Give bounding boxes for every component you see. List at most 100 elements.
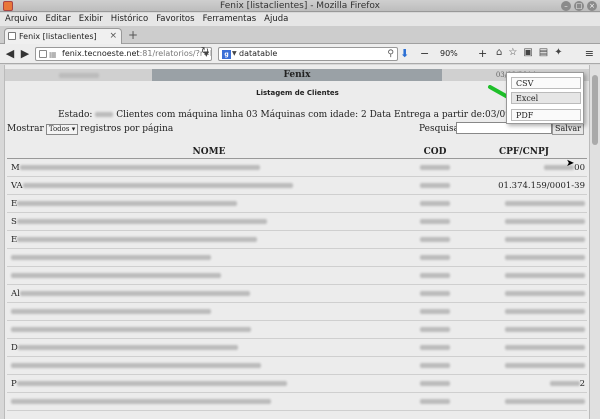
menu-arquivo[interactable]: Arquivo xyxy=(5,13,38,26)
header-left xyxy=(5,69,152,81)
cell-cod xyxy=(407,181,463,191)
table-row: Al xyxy=(7,285,587,303)
per-page-label: registros por página xyxy=(80,124,174,134)
cell-cpf: 2 xyxy=(463,379,587,389)
reload-icon[interactable]: ↻ xyxy=(199,46,211,58)
tab-bar: Fenix [listaclientes] × + xyxy=(0,26,600,44)
tab-close-icon[interactable]: × xyxy=(109,29,117,44)
scrollbar-thumb[interactable] xyxy=(592,75,598,145)
export-pdf[interactable]: PDF xyxy=(511,109,581,121)
redacted-text xyxy=(549,380,580,386)
redacted-text xyxy=(505,290,585,296)
menu-hamburger-icon[interactable]: ≡ xyxy=(585,47,594,60)
download-icon[interactable]: ⬇ xyxy=(400,47,409,60)
addon-icon[interactable]: ✦ xyxy=(554,47,562,58)
navigation-toolbar: ◀ ▶ ▦ fenix.tecnoeste.net:81/relatorios/… xyxy=(0,44,600,64)
connection-icon: ▦ xyxy=(49,50,57,59)
page-length-select[interactable]: Todos ▾ xyxy=(45,124,79,135)
cell-nome-text: VA xyxy=(11,180,23,191)
cell-nome xyxy=(7,271,407,281)
screenshot-icon[interactable]: ▣ xyxy=(523,47,532,58)
zoom-out-icon[interactable]: − xyxy=(420,47,429,60)
minimize-icon[interactable]: – xyxy=(561,1,571,11)
cell-cod xyxy=(407,289,463,299)
tab-label: Fenix [listaclientes] xyxy=(19,32,97,41)
page-info-icon[interactable] xyxy=(39,50,47,58)
clipboard-icon[interactable]: ▤ xyxy=(539,47,548,58)
window-title: Fenix [listaclientes] - Mozilla Firefox xyxy=(220,1,380,11)
cell-nome: M xyxy=(7,163,407,173)
zoom-level[interactable]: 90% xyxy=(440,49,458,58)
zoom-in-icon[interactable]: + xyxy=(478,47,487,60)
forward-icon[interactable]: ▶ xyxy=(18,47,32,61)
redacted-text xyxy=(11,308,211,314)
close-window-icon[interactable]: × xyxy=(587,1,597,11)
export-dropdown: CSV Excel PDF xyxy=(506,72,584,124)
cell-cpf-text: 00 xyxy=(574,162,585,173)
cell-cod xyxy=(407,163,463,173)
show-label: Mostrar xyxy=(7,124,44,134)
toolbar-icons: ⌂ ☆ ▣ ▤ ✦ xyxy=(496,47,563,58)
new-tab-button[interactable]: + xyxy=(126,29,140,42)
redacted-text xyxy=(420,398,450,404)
redacted-text xyxy=(11,398,271,404)
estado-text: Clientes com máquina linha 03 Máquinas c… xyxy=(116,110,537,120)
menu-ajuda[interactable]: Ajuda xyxy=(264,13,288,26)
page-length-value: Todos xyxy=(48,125,70,133)
vertical-scrollbar[interactable] xyxy=(589,65,600,419)
export-excel[interactable]: Excel xyxy=(511,92,581,104)
back-icon[interactable]: ◀ xyxy=(3,47,17,61)
redacted-text xyxy=(19,290,250,296)
tab-fenix[interactable]: Fenix [listaclientes] × xyxy=(4,28,122,44)
cell-cod xyxy=(407,325,463,335)
cell-cpf xyxy=(463,235,587,245)
search-input[interactable]: datatable xyxy=(239,49,277,58)
table-row: VA 01.374.159/0001-39 xyxy=(7,177,587,195)
redacted-text xyxy=(420,200,450,206)
cell-cpf xyxy=(463,343,587,353)
redacted-text xyxy=(420,164,450,170)
cell-cod xyxy=(407,397,463,407)
redacted-text xyxy=(16,218,267,224)
search-bar[interactable]: g ▼ datatable ⚲ xyxy=(218,47,398,61)
column-cpf[interactable]: CPF/CNPJ xyxy=(463,145,587,158)
menu-editar[interactable]: Editar xyxy=(46,13,71,26)
menu-exibir[interactable]: Exibir xyxy=(79,13,103,26)
menu-historico[interactable]: Histórico xyxy=(111,13,148,26)
cell-cpf xyxy=(463,361,587,371)
cell-cpf xyxy=(463,217,587,227)
redacted-text xyxy=(19,164,260,170)
redacted-text xyxy=(505,218,585,224)
cell-nome: D xyxy=(7,343,407,353)
table-row: D xyxy=(7,339,587,357)
cell-nome: S xyxy=(7,217,407,227)
column-nome[interactable]: NOME xyxy=(7,145,407,158)
maximize-icon[interactable]: □ xyxy=(574,1,584,11)
column-cod[interactable]: COD xyxy=(407,145,463,158)
window-titlebar: Fenix [listaclientes] - Mozilla Firefox … xyxy=(0,0,600,12)
binoculars-icon[interactable]: ⚲ xyxy=(387,48,394,60)
cell-cpf: 01.374.159/0001-39 xyxy=(463,181,587,191)
cell-nome xyxy=(7,325,407,335)
home-icon[interactable]: ⌂ xyxy=(496,47,502,58)
search-engine-icon[interactable]: g xyxy=(222,50,231,59)
redacted-text xyxy=(11,362,261,368)
cell-cpf xyxy=(463,397,587,407)
redacted-text xyxy=(420,218,450,224)
cell-cpf xyxy=(463,271,587,281)
export-csv[interactable]: CSV xyxy=(511,77,581,89)
cell-cod xyxy=(407,361,463,371)
redacted-text xyxy=(505,254,585,260)
bookmark-star-icon[interactable]: ☆ xyxy=(508,47,517,58)
menu-ferramentas[interactable]: Ferramentas xyxy=(203,13,257,26)
cell-cod xyxy=(407,199,463,209)
redacted-text xyxy=(420,326,450,332)
redacted-text xyxy=(11,254,211,260)
redacted-text xyxy=(17,236,258,242)
search-engine-dropdown-icon[interactable]: ▼ xyxy=(232,48,237,60)
firefox-app-icon xyxy=(3,1,13,11)
url-bar[interactable]: ▦ fenix.tecnoeste.net:81/relatorios/?r=l… xyxy=(35,47,212,61)
redacted-text xyxy=(420,236,450,242)
cell-nome: P xyxy=(7,379,407,389)
menu-favoritos[interactable]: Favoritos xyxy=(156,13,194,26)
